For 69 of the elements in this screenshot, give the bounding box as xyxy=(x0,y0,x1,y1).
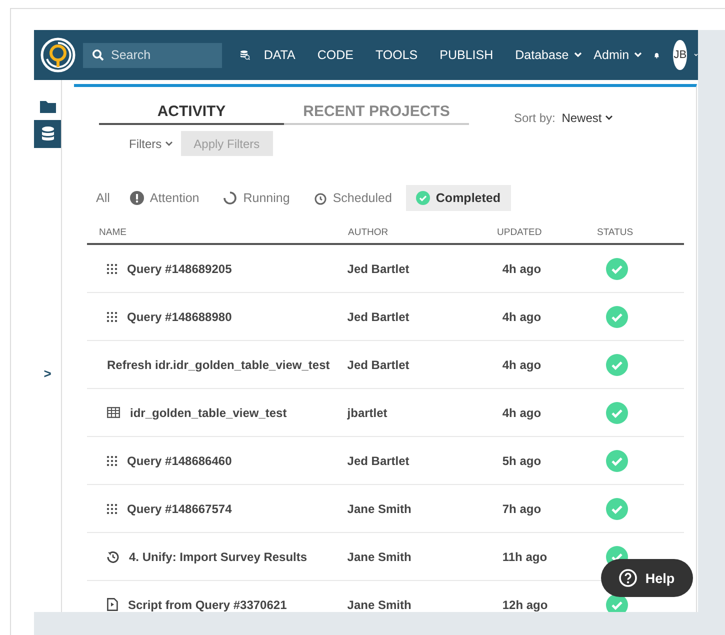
caret-icon xyxy=(604,115,613,121)
caret-icon xyxy=(634,52,642,58)
item-name[interactable]: Query #148667574 xyxy=(127,502,232,516)
item-name[interactable]: Query #148689205 xyxy=(127,262,232,276)
table-cell-text: 4h ago xyxy=(501,406,542,420)
grid-dots-icon xyxy=(107,264,117,274)
nav-link[interactable]: DATA xyxy=(264,48,296,62)
sidebar-item[interactable] xyxy=(34,120,61,148)
search-field[interactable]: Search xyxy=(83,42,222,68)
item-name[interactable]: 4. Unify: Import Survey Results xyxy=(129,550,308,564)
table-icon xyxy=(107,407,120,418)
table-cell-text: Jed Bartlet xyxy=(346,454,410,468)
nav-menu[interactable]: Admin xyxy=(594,48,642,62)
column-header: NAME xyxy=(98,226,128,238)
user-avatar[interactable]: JB xyxy=(673,40,687,70)
table-cell-text: 4h ago xyxy=(501,358,542,372)
item-name[interactable]: Script from Query #3370621 xyxy=(128,598,287,612)
history-icon xyxy=(107,550,119,562)
status-filter[interactable]: Scheduled xyxy=(304,185,402,211)
status-filter[interactable]: All xyxy=(84,185,116,211)
nav-link[interactable]: TOOLS xyxy=(375,48,418,62)
caret-icon xyxy=(164,140,173,146)
nav-menu[interactable]: Database xyxy=(515,48,582,62)
table-cell-text: Jane Smith xyxy=(346,550,412,564)
table-cell-text: Jed Bartlet xyxy=(346,310,410,324)
column-header: STATUS xyxy=(597,226,634,238)
logo-icon[interactable] xyxy=(40,37,76,73)
column-header: AUTHOR xyxy=(348,226,390,238)
table-cell-text: 4h ago xyxy=(501,262,542,276)
status-filter[interactable]: Running xyxy=(213,185,300,211)
spinner-icon xyxy=(223,191,238,205)
check-circle-icon xyxy=(416,191,430,205)
expand-icon[interactable]: > xyxy=(44,366,52,381)
document-play-icon xyxy=(107,598,118,611)
filters-dropdown[interactable]: Filters xyxy=(129,136,173,150)
table-cell-text: Jane Smith xyxy=(346,502,412,516)
question-icon xyxy=(619,569,638,587)
caret-icon[interactable] xyxy=(694,52,698,58)
table-cell-text: Jane Smith xyxy=(346,598,412,612)
status-filter[interactable]: Completed xyxy=(406,185,510,211)
tab[interactable]: RECENT PROJECTS xyxy=(284,103,469,125)
table-cell-text: 12h ago xyxy=(501,598,549,612)
table-cell-text: 11h ago xyxy=(501,550,548,564)
caret-icon xyxy=(574,52,582,58)
table-cell-text: Jed Bartlet xyxy=(346,262,410,276)
item-name[interactable]: Refresh idr.idr_golden_table_view_test xyxy=(107,358,330,372)
status-filter[interactable]: Attention xyxy=(120,185,210,211)
grid-dots-icon xyxy=(107,312,117,322)
item-name[interactable]: idr_golden_table_view_test xyxy=(130,406,287,420)
folder-icon xyxy=(40,100,56,112)
search-icon xyxy=(92,49,104,61)
sort-dropdown[interactable]: Sort by: Newest xyxy=(514,111,613,125)
clock-icon xyxy=(314,192,327,204)
column-header: UPDATED xyxy=(497,226,543,238)
table-cell-text: jbartlet xyxy=(346,406,388,420)
item-name[interactable]: Query #148686460 xyxy=(127,454,232,468)
nav-link[interactable]: CODE xyxy=(317,48,354,62)
item-name[interactable]: Query #148688980 xyxy=(127,310,232,324)
grid-dots-icon xyxy=(107,456,117,466)
database-icon xyxy=(40,126,54,142)
exclamation-icon xyxy=(130,191,144,205)
table-cell-text: Jed Bartlet xyxy=(346,358,410,372)
nav-link[interactable]: PUBLISH xyxy=(440,48,494,62)
grid-dots-icon xyxy=(107,504,117,514)
tab[interactable]: ACTIVITY xyxy=(99,103,284,125)
table-cell-text: 4h ago xyxy=(501,310,542,324)
table-cell-text: 7h ago xyxy=(501,502,542,516)
table-cell-text: 5h ago xyxy=(501,454,542,468)
help-button[interactable]: Help xyxy=(601,559,693,597)
